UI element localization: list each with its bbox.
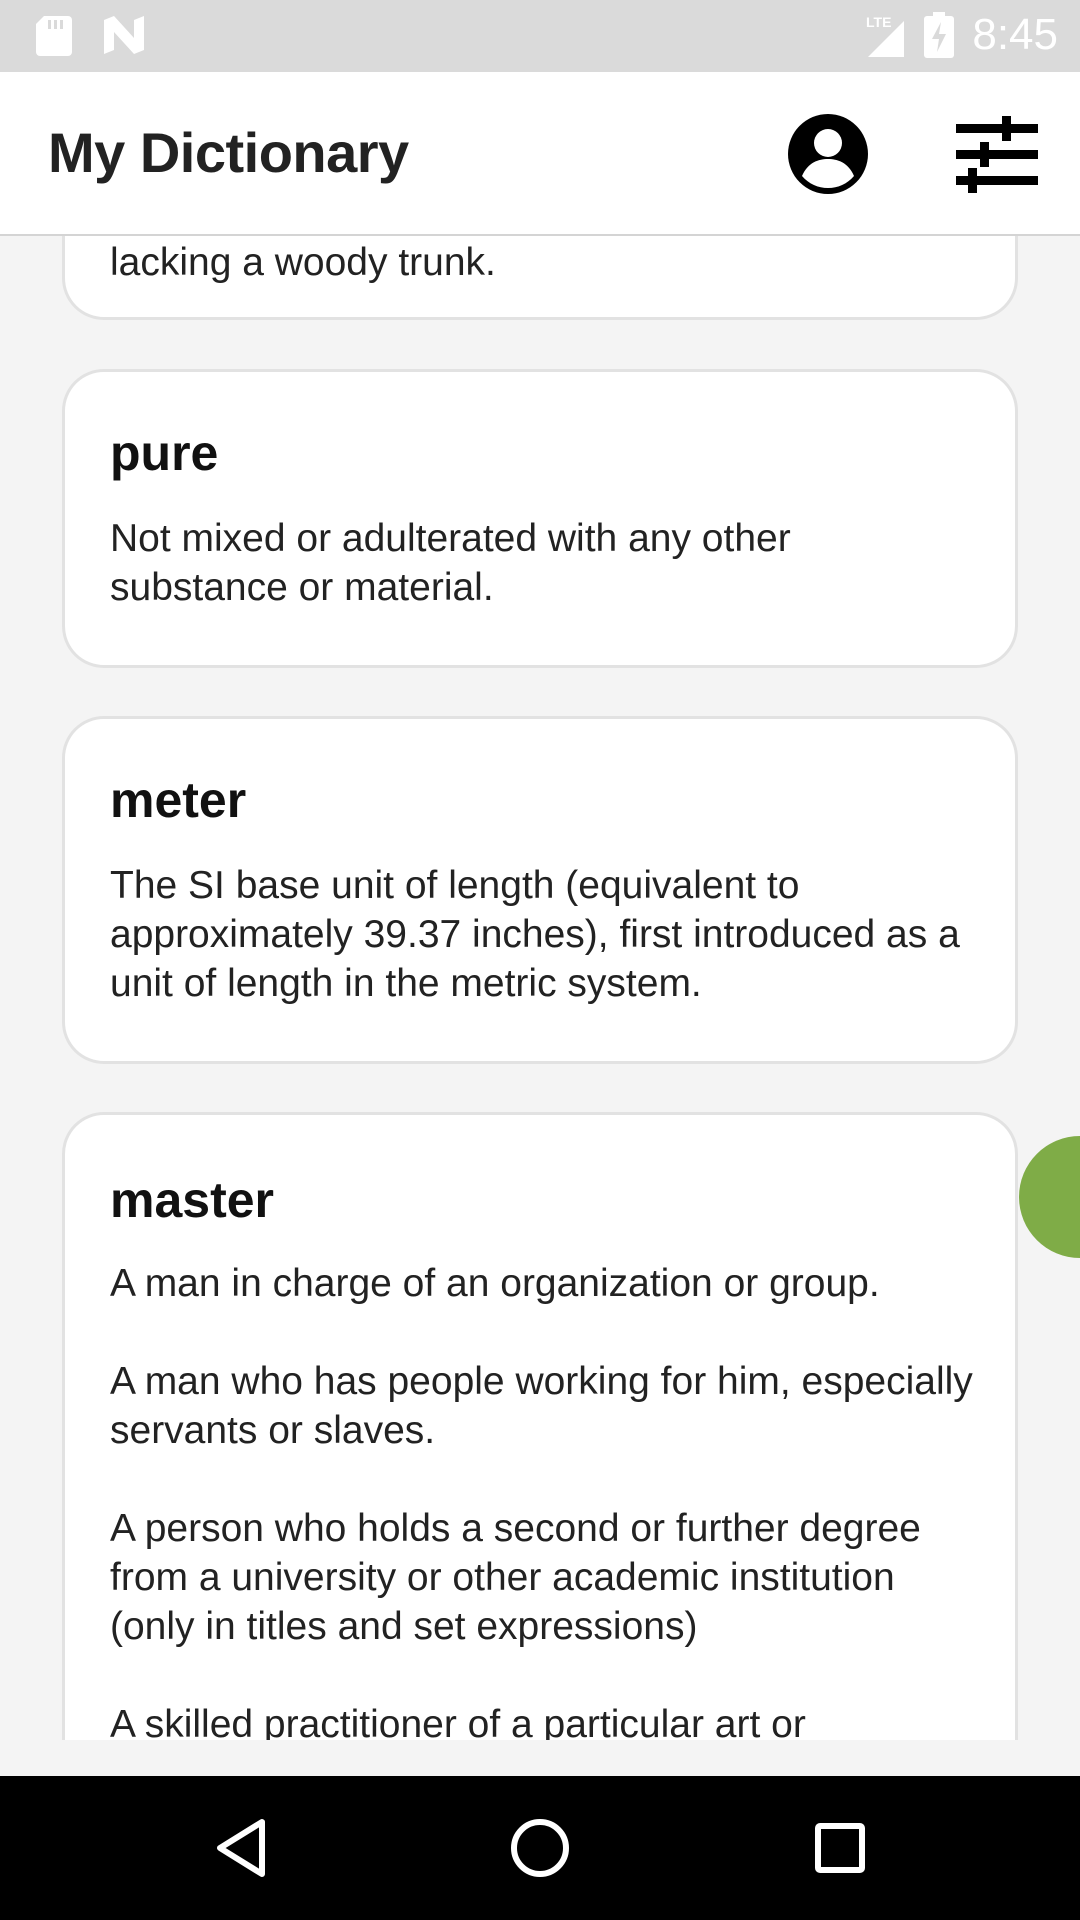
back-button[interactable] xyxy=(206,1812,278,1884)
back-triangle-icon xyxy=(217,1819,265,1877)
entry-definition: Not mixed or adulterated with any other … xyxy=(110,517,791,609)
filter-settings-button[interactable] xyxy=(952,112,1042,196)
recents-square-icon xyxy=(815,1823,865,1873)
entry-definition: A man who has people working for him, es… xyxy=(110,1360,973,1452)
entry-definition: A man in charge of an organization or gr… xyxy=(110,1262,880,1305)
entry-word: pure xyxy=(110,425,219,481)
tune-sliders-icon xyxy=(956,116,1038,193)
n-notification-icon xyxy=(104,16,144,54)
app-title: My Dictionary xyxy=(48,121,409,184)
svg-text:LTE: LTE xyxy=(866,14,891,30)
status-bar: LTE 8:45 xyxy=(0,0,1080,72)
status-left xyxy=(36,16,146,56)
floating-action-button[interactable] xyxy=(1019,1136,1080,1258)
entry-word: master xyxy=(110,1172,274,1228)
status-time: 8:45 xyxy=(972,10,1058,59)
lte-signal-icon: LTE xyxy=(866,14,905,57)
dictionary-list[interactable]: lacking a woody trunk. pure Not mixed or… xyxy=(0,236,1080,1740)
navigation-bar xyxy=(0,1776,1080,1920)
entry-definition: The SI base unit of length (equivalent t… xyxy=(110,864,960,1005)
sd-card-icon xyxy=(36,16,72,56)
entry-definition: A person who holds a second or further d… xyxy=(110,1507,921,1648)
battery-charging-icon xyxy=(924,12,955,58)
home-button[interactable] xyxy=(504,1812,576,1884)
profile-button[interactable] xyxy=(786,112,870,196)
account-circle-icon xyxy=(788,114,868,194)
dictionary-card[interactable]: meter The SI base unit of length (equiva… xyxy=(62,716,1018,1064)
home-circle-icon xyxy=(511,1819,569,1877)
dictionary-card[interactable]: lacking a woody trunk. xyxy=(62,236,1018,320)
entry-definition: A skilled practitioner of a particular a… xyxy=(110,1703,806,1740)
recents-button[interactable] xyxy=(804,1812,876,1884)
status-right: LTE 8:45 xyxy=(866,10,1058,60)
app-bar: My Dictionary xyxy=(0,72,1080,236)
dictionary-card[interactable]: pure Not mixed or adulterated with any o… xyxy=(62,369,1018,668)
dictionary-card[interactable]: master A man in charge of an organizatio… xyxy=(62,1112,1018,1740)
entry-word: meter xyxy=(110,772,247,828)
entry-definition: lacking a woody trunk. xyxy=(110,241,496,284)
